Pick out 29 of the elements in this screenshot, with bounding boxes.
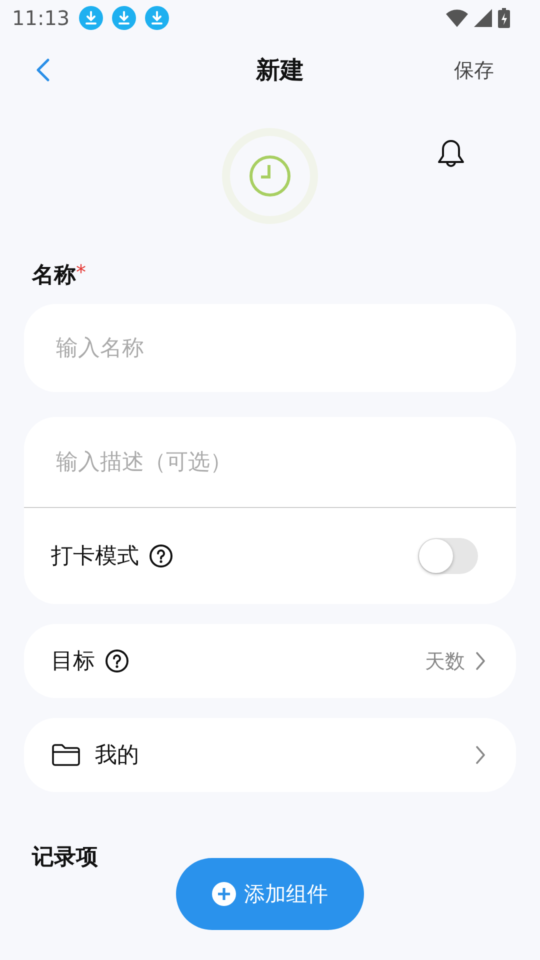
plus-icon [212,882,236,906]
folder-label: 我的 [95,742,139,770]
help-icon[interactable] [105,649,129,673]
page-title: 新建 [256,55,304,86]
chevron-right-icon [475,651,486,671]
folder-icon [51,743,81,767]
signal-icon [474,9,492,27]
name-label: 名称 [32,262,76,290]
description-input-field[interactable]: 输入描述（可选） [24,417,516,507]
folder-row[interactable]: 我的 [24,718,516,792]
name-input-field[interactable]: 输入名称 [24,304,516,392]
checkin-mode-label: 打卡模式 [51,543,139,571]
required-mark: * [76,260,86,284]
status-time: 11:13 [12,6,70,30]
download-icon [78,6,103,30]
help-icon[interactable] [149,544,173,568]
bell-icon[interactable] [436,138,466,170]
save-button[interactable]: 保存 [454,56,494,84]
back-icon[interactable] [36,58,50,82]
goal-label: 目标 [51,648,95,676]
wifi-icon [446,9,468,27]
checkin-mode-toggle[interactable] [418,538,478,574]
goal-row[interactable]: 目标 天数 [24,624,516,698]
download-icon [112,6,136,30]
download-icon [144,6,169,30]
battery-icon [498,8,510,28]
goal-value: 天数 [425,648,465,674]
chevron-right-icon [475,745,486,765]
records-heading: 记录项 [30,844,99,872]
